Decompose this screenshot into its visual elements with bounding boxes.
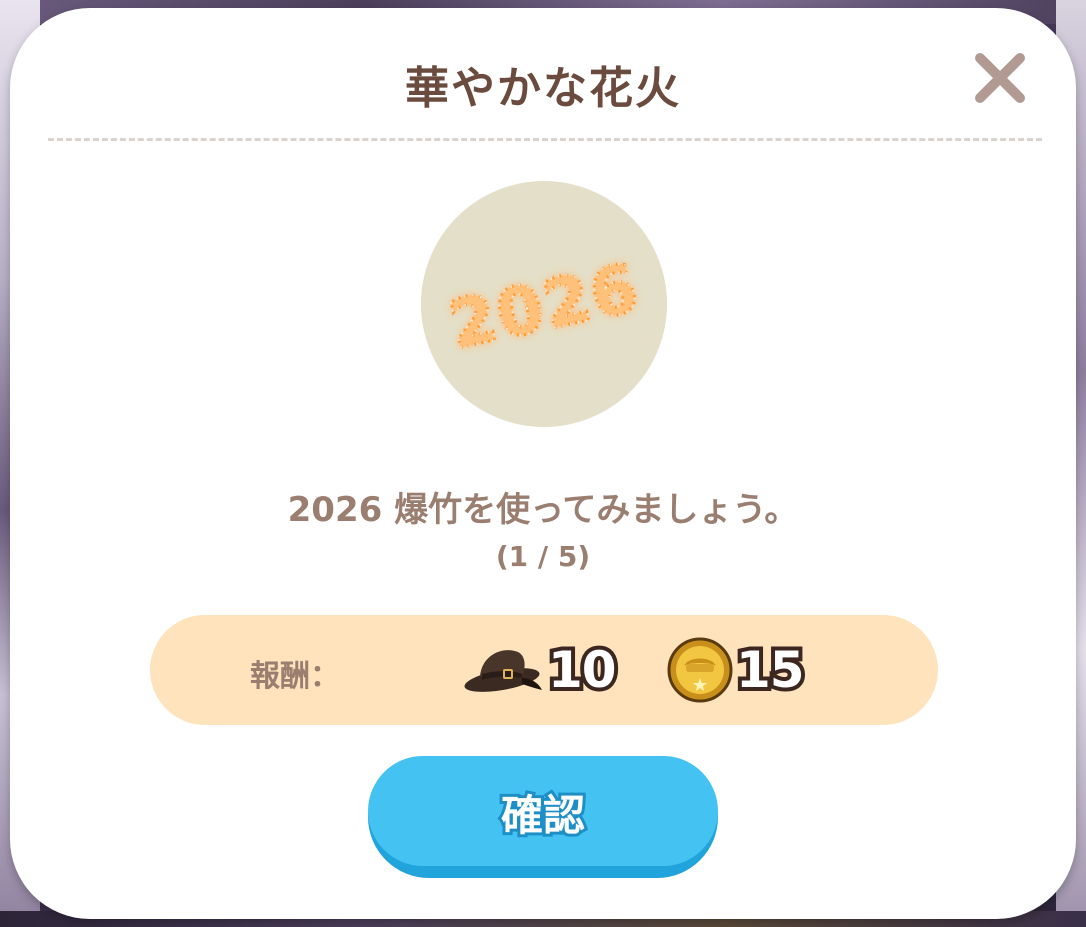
- confirm-button[interactable]: 確認: [368, 756, 718, 878]
- reward-label: 報酬：: [250, 659, 340, 694]
- badge-year-sparkle: 2026: [443, 249, 647, 364]
- mission-badge-image: 2026 2026: [421, 181, 667, 427]
- close-icon: [975, 53, 1025, 103]
- title-divider: [48, 138, 1042, 141]
- reward-count-coin: 15: [732, 637, 809, 703]
- mission-description: 2026 爆竹を使ってみましょう。: [287, 490, 799, 530]
- close-button[interactable]: [970, 48, 1030, 108]
- reward-item-coin: 15: [666, 633, 809, 707]
- mission-dialog: 華やかな花火 2026 2026 2026 爆竹を使ってみましょう。 (1 / …: [10, 8, 1076, 919]
- coin-icon: [667, 637, 733, 703]
- confirm-button-label: 確認: [498, 788, 588, 843]
- confirm-button-face: 確認: [368, 756, 718, 866]
- reward-bar: 報酬： 10 15: [150, 615, 938, 725]
- firework-2026-icon: 2026 2026: [441, 247, 648, 365]
- reward-count-hat: 10: [544, 637, 621, 703]
- dialog-title: 華やかな花火: [405, 63, 681, 114]
- reward-item-hat: 10: [460, 633, 621, 707]
- hat-icon: [464, 650, 542, 692]
- mission-progress: (1 / 5): [495, 540, 591, 573]
